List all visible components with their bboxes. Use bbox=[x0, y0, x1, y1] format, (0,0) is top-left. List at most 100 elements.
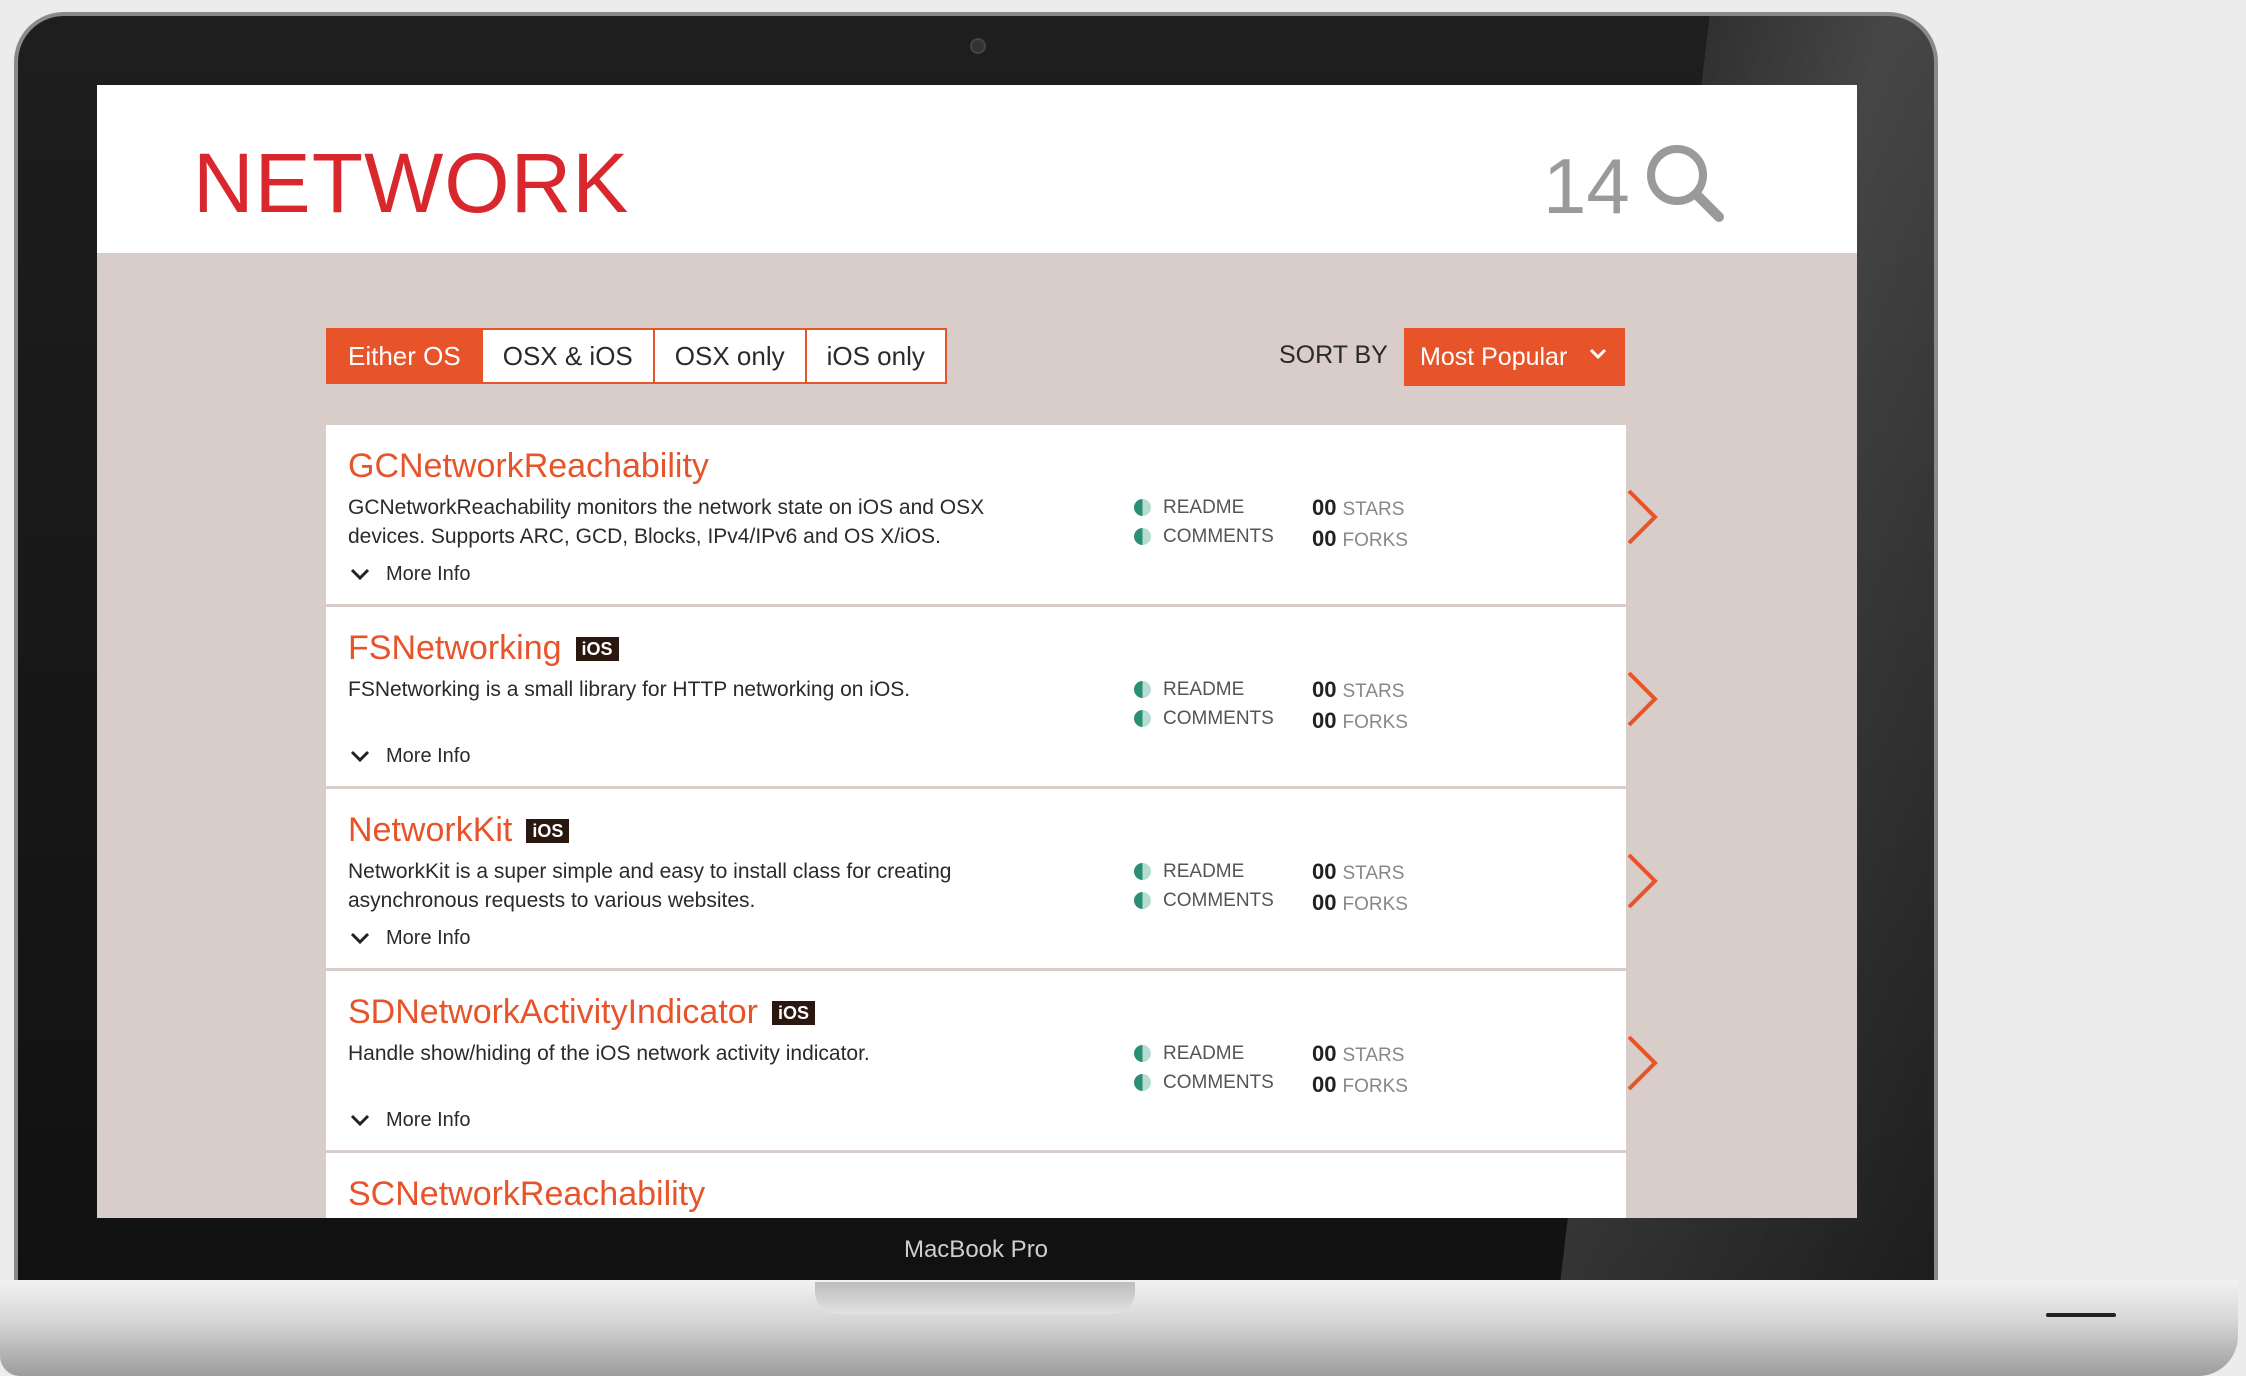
filter-osx-only[interactable]: OSX only bbox=[652, 330, 805, 382]
sort-value: Most Popular bbox=[1420, 343, 1568, 371]
page-title: NETWORK bbox=[193, 136, 630, 230]
item-description-line: Handle show/hiding of the iOS network ac… bbox=[348, 1042, 870, 1065]
item-description-line: FSNetworking is a small library for HTTP… bbox=[348, 678, 911, 701]
item-meta: README COMMENTS bbox=[1134, 857, 1274, 915]
item-stats: 00 STARS 00 FORKS bbox=[1312, 493, 1408, 555]
comments-icon bbox=[1134, 528, 1151, 545]
chevron-down-icon bbox=[350, 1114, 370, 1126]
app-header: NETWORK 14 bbox=[97, 85, 1857, 253]
filter-either-os[interactable]: Either OS bbox=[328, 330, 481, 382]
stars-count: 00 bbox=[1312, 677, 1337, 702]
list-item[interactable]: FSNetworking iOS FSNetworking is a small… bbox=[326, 607, 1658, 786]
item-stats: 00 STARS 00 FORKS bbox=[1312, 857, 1408, 919]
comments-label[interactable]: COMMENTS bbox=[1163, 704, 1274, 733]
forks-label: FORKS bbox=[1342, 1076, 1408, 1097]
comments-label[interactable]: COMMENTS bbox=[1163, 1068, 1274, 1097]
item-title[interactable]: SCNetworkReachability bbox=[348, 1175, 705, 1214]
more-info-label: More Info bbox=[386, 927, 471, 949]
list-item[interactable]: SDNetworkActivityIndicator iOS Handle sh… bbox=[326, 971, 1658, 1150]
filter-ios-only[interactable]: iOS only bbox=[804, 330, 945, 382]
item-title[interactable]: GCNetworkReachability bbox=[348, 447, 709, 486]
ios-badge: iOS bbox=[772, 1000, 816, 1025]
item-meta: README COMMENTS bbox=[1134, 1039, 1274, 1097]
item-meta: README COMMENTS bbox=[1134, 493, 1274, 551]
item-meta: README COMMENTS bbox=[1134, 675, 1274, 733]
item-description-line: NetworkKit is a super simple and easy to… bbox=[348, 860, 952, 883]
more-info-toggle[interactable]: More Info bbox=[350, 927, 470, 950]
chevron-right-icon[interactable] bbox=[1621, 1033, 1661, 1093]
readme-label[interactable]: README bbox=[1163, 675, 1244, 704]
readme-label[interactable]: README bbox=[1163, 1039, 1244, 1068]
forks-count: 00 bbox=[1312, 1072, 1337, 1097]
chevron-right-icon[interactable] bbox=[1621, 487, 1661, 547]
readme-icon bbox=[1134, 1045, 1151, 1062]
chevron-down-icon bbox=[350, 932, 370, 944]
stars-label: STARS bbox=[1342, 1045, 1405, 1066]
item-description: FSNetworking is a small library for HTTP… bbox=[348, 675, 1048, 704]
item-description-line: devices. Supports ARC, GCD, Blocks, IPv4… bbox=[348, 525, 941, 548]
item-stats: 00 STARS 00 FORKS bbox=[1312, 1039, 1408, 1101]
laptop-notch bbox=[815, 1282, 1135, 1314]
list-item[interactable]: GCNetworkReachability GCNetworkReachabil… bbox=[326, 425, 1658, 604]
item-description: Handle show/hiding of the iOS network ac… bbox=[348, 1039, 1048, 1068]
more-info-toggle[interactable]: More Info bbox=[350, 563, 470, 586]
list-item[interactable]: SCNetworkReachability bbox=[326, 1153, 1626, 1218]
item-description-line: GCNetworkReachability monitors the netwo… bbox=[348, 496, 985, 519]
sort-label: SORT BY bbox=[1279, 341, 1388, 369]
readme-icon bbox=[1134, 499, 1151, 516]
more-info-label: More Info bbox=[386, 563, 471, 585]
readme-icon bbox=[1134, 863, 1151, 880]
library-list: GCNetworkReachability GCNetworkReachabil… bbox=[326, 425, 1658, 1218]
ios-badge: iOS bbox=[575, 636, 619, 661]
stars-label: STARS bbox=[1342, 863, 1405, 884]
item-stats: 00 STARS 00 FORKS bbox=[1312, 675, 1408, 737]
filter-osx-and-ios[interactable]: OSX & iOS bbox=[480, 330, 653, 382]
readme-label[interactable]: README bbox=[1163, 493, 1244, 522]
comments-icon bbox=[1134, 1074, 1151, 1091]
sort-dropdown[interactable]: Most Popular bbox=[1404, 328, 1625, 386]
item-name: GCNetworkReachability bbox=[348, 447, 709, 485]
forks-label: FORKS bbox=[1342, 530, 1408, 551]
os-filter: Either OS OSX & iOS OSX only iOS only bbox=[326, 328, 947, 384]
sleep-indicator bbox=[2046, 1313, 2116, 1317]
comments-icon bbox=[1134, 892, 1151, 909]
readme-label[interactable]: README bbox=[1163, 857, 1244, 886]
item-description: NetworkKit is a super simple and easy to… bbox=[348, 857, 1048, 915]
readme-icon bbox=[1134, 681, 1151, 698]
item-name: NetworkKit bbox=[348, 811, 513, 849]
device-label: MacBook Pro bbox=[903, 1236, 1049, 1263]
more-info-toggle[interactable]: More Info bbox=[350, 745, 470, 768]
chevron-down-icon bbox=[350, 568, 370, 580]
stars-count: 00 bbox=[1312, 495, 1337, 520]
forks-label: FORKS bbox=[1342, 712, 1408, 733]
forks-count: 00 bbox=[1312, 708, 1337, 733]
comments-label[interactable]: COMMENTS bbox=[1163, 886, 1274, 915]
item-name: SDNetworkActivityIndicator bbox=[348, 993, 759, 1031]
chevron-down-icon bbox=[1589, 348, 1607, 360]
forks-label: FORKS bbox=[1342, 894, 1408, 915]
chevron-down-icon bbox=[350, 750, 370, 762]
stars-label: STARS bbox=[1342, 499, 1405, 520]
app-screen: NETWORK 14 Either OS OSX & iOS OSX only … bbox=[97, 85, 1857, 1218]
item-name: FSNetworking bbox=[348, 629, 562, 667]
ios-badge: iOS bbox=[526, 818, 570, 843]
item-title[interactable]: NetworkKit iOS bbox=[348, 811, 570, 850]
forks-count: 00 bbox=[1312, 526, 1337, 551]
chevron-right-icon[interactable] bbox=[1621, 669, 1661, 729]
more-info-label: More Info bbox=[386, 1109, 471, 1131]
comments-label[interactable]: COMMENTS bbox=[1163, 522, 1274, 551]
item-description-line: asynchronous requests to various website… bbox=[348, 889, 756, 912]
camera bbox=[970, 38, 986, 54]
stars-label: STARS bbox=[1342, 681, 1405, 702]
item-title[interactable]: FSNetworking iOS bbox=[348, 629, 619, 668]
item-title[interactable]: SDNetworkActivityIndicator iOS bbox=[348, 993, 816, 1032]
more-info-toggle[interactable]: More Info bbox=[350, 1109, 470, 1132]
item-description: GCNetworkReachability monitors the netwo… bbox=[348, 493, 1048, 551]
more-info-label: More Info bbox=[386, 745, 471, 767]
comments-icon bbox=[1134, 710, 1151, 727]
chevron-right-icon[interactable] bbox=[1621, 851, 1661, 911]
stars-count: 00 bbox=[1312, 1041, 1337, 1066]
search-icon[interactable] bbox=[1643, 141, 1725, 223]
list-item[interactable]: NetworkKit iOS NetworkKit is a super sim… bbox=[326, 789, 1658, 968]
item-name: SCNetworkReachability bbox=[348, 1175, 706, 1213]
